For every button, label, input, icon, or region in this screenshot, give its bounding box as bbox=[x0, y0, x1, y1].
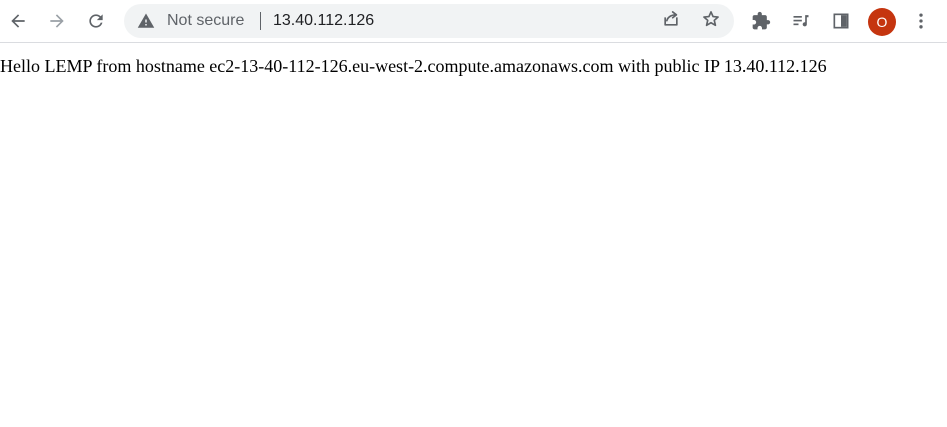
profile-avatar[interactable]: O bbox=[868, 8, 896, 36]
side-panel-icon bbox=[831, 11, 851, 31]
puzzle-icon bbox=[751, 11, 771, 31]
page-body-text: Hello LEMP from hostname ec2-13-40-112-1… bbox=[0, 56, 827, 76]
star-icon bbox=[701, 9, 721, 34]
bookmark-button[interactable] bbox=[695, 5, 727, 37]
reload-icon bbox=[86, 11, 106, 31]
warning-triangle-icon[interactable] bbox=[137, 12, 155, 30]
reload-button[interactable] bbox=[80, 5, 112, 37]
side-panel-button[interactable] bbox=[825, 5, 857, 37]
security-status-label[interactable]: Not secure bbox=[167, 4, 244, 38]
url-text[interactable]: 13.40.112.126 bbox=[273, 4, 374, 38]
media-queue-icon bbox=[791, 11, 811, 31]
forward-button[interactable] bbox=[41, 5, 73, 37]
back-button[interactable] bbox=[2, 5, 34, 37]
browser-toolbar: Not secure 13.40.112.126 O bbox=[0, 0, 947, 43]
share-button[interactable] bbox=[655, 5, 687, 37]
extensions-button[interactable] bbox=[745, 5, 777, 37]
url-divider bbox=[260, 12, 261, 30]
media-controls-button[interactable] bbox=[785, 5, 817, 37]
kebab-menu-icon bbox=[911, 11, 931, 31]
share-icon bbox=[661, 9, 681, 34]
address-bar[interactable]: Not secure 13.40.112.126 bbox=[124, 4, 734, 38]
arrow-right-icon bbox=[47, 11, 67, 31]
arrow-left-icon bbox=[8, 11, 28, 31]
browser-menu-button[interactable] bbox=[905, 5, 937, 37]
